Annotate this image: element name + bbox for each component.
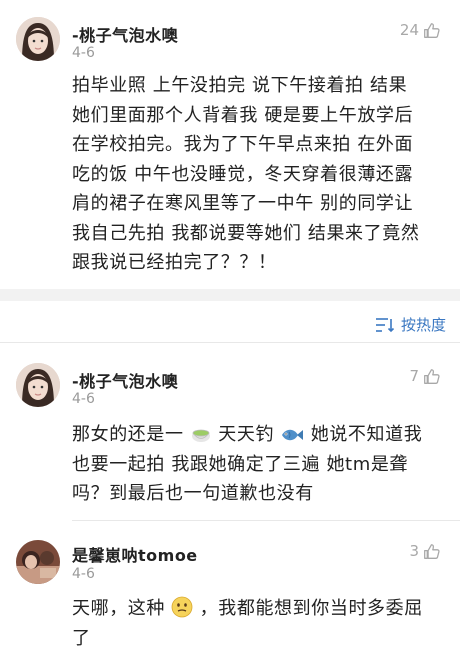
avatar-image bbox=[16, 17, 60, 61]
reply-text: 天哪，这种 bbox=[72, 598, 165, 619]
post-line: 跟我说已经拍完了？？！ bbox=[72, 252, 277, 273]
reply-text: ，我都能想到你当时多委屈 bbox=[199, 598, 423, 619]
sort-icon bbox=[375, 317, 395, 332]
thumbs-up-icon bbox=[424, 22, 440, 38]
post-line: 肩的裙子在寒风里等了一中午 别的同学让 bbox=[72, 193, 414, 214]
thumbs-up-icon bbox=[424, 368, 440, 384]
like-button[interactable]: 7 bbox=[409, 367, 440, 385]
post-line: 她们里面那个人背着我 硬是要上午放学后 bbox=[72, 104, 414, 126]
tea-emoji-icon bbox=[191, 429, 210, 442]
divider-line bbox=[72, 520, 460, 521]
section-divider bbox=[0, 289, 460, 301]
like-count: 7 bbox=[409, 367, 419, 385]
avatar-image bbox=[16, 540, 60, 584]
reply-line: 吗？到最后也一句道歉也没有 bbox=[72, 483, 314, 504]
grimace-emoji-icon bbox=[171, 596, 193, 618]
like-button[interactable]: 24 bbox=[400, 21, 440, 39]
avatar[interactable] bbox=[16, 363, 60, 407]
reply-body: 那女的还是一 天天钓 她说不知道我 也要一起拍 我跟她确定了三遍 她tm是聋 吗… bbox=[72, 420, 452, 509]
thumbs-up-icon bbox=[424, 543, 440, 559]
like-button[interactable]: 3 bbox=[409, 542, 440, 560]
reply-date: 4-6 bbox=[72, 566, 95, 582]
reply-line: 也要一起拍 我跟她确定了三遍 她tm是聋 bbox=[72, 453, 409, 475]
username[interactable]: -桃子气泡水噢 bbox=[72, 22, 178, 46]
sort-label: 按热度 bbox=[400, 316, 446, 334]
username[interactable]: -桃子气泡水噢 bbox=[72, 368, 178, 392]
post-line: 拍毕业照 上午没拍完 说下午接着拍 结果 bbox=[72, 75, 408, 96]
reply-text: 那女的还是一 bbox=[72, 424, 184, 445]
username[interactable]: 是馨崽呐tomoe bbox=[72, 542, 198, 566]
reply-text: 她说不知道我 bbox=[310, 424, 423, 445]
reply-line: 天哪，这种 ，我都能想到你当时多委屈 bbox=[72, 594, 452, 624]
like-count: 24 bbox=[399, 21, 419, 39]
avatar[interactable] bbox=[16, 540, 60, 584]
post-date: 4-6 bbox=[72, 45, 95, 61]
reply-text: 天天钓 bbox=[218, 424, 275, 445]
avatar[interactable] bbox=[16, 17, 60, 61]
post-line: 我自己先拍 我都说要等她们 结果来了竟然 bbox=[72, 222, 420, 244]
post-line: 在学校拍完。我为了下午早点来拍 在外面 bbox=[72, 134, 414, 155]
reply-line: 那女的还是一 天天钓 她说不知道我 bbox=[72, 420, 452, 450]
divider-line bbox=[0, 342, 460, 343]
reply-date: 4-6 bbox=[72, 391, 95, 407]
reply-body: 天哪，这种 ，我都能想到你当时多委屈 了 bbox=[72, 594, 452, 653]
fish-emoji-icon bbox=[282, 429, 304, 441]
sort-by-hot-button[interactable]: 按热度 bbox=[375, 314, 446, 335]
reply-line: 了 bbox=[72, 627, 91, 649]
avatar-image bbox=[16, 363, 60, 407]
post-body: 拍毕业照 上午没拍完 说下午接着拍 结果 她们里面那个人背着我 硬是要上午放学后… bbox=[72, 71, 452, 278]
post-line: 吃的饭 中午也没睡觉，冬天穿着很薄还露 bbox=[72, 163, 414, 185]
like-count: 3 bbox=[409, 542, 419, 560]
